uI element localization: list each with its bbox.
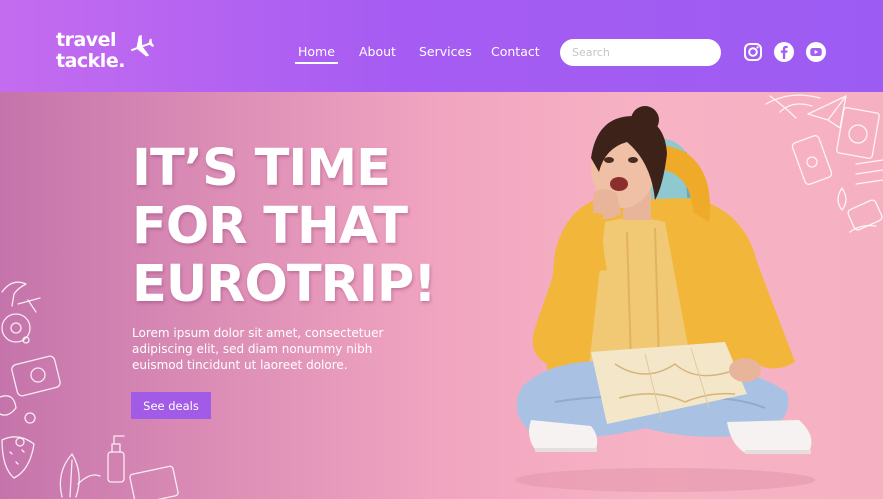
passport-doodle [836, 107, 880, 159]
description-line: euismod tincidunt ut laoreet dolore. [132, 358, 348, 372]
traveler-photo [515, 106, 815, 492]
brand-logo[interactable]: travel tackle. [56, 30, 176, 76]
pin-doodle [837, 187, 847, 211]
description-line: Lorem ipsum dolor sit amet, consectetuer [132, 326, 384, 340]
sunscreen-doodle [847, 199, 883, 231]
airplane-icon [130, 34, 154, 57]
nav-about[interactable]: About [359, 44, 396, 59]
instagram-icon[interactable] [742, 41, 764, 63]
headline-line: EUROTRIP! [132, 255, 437, 314]
hero-description: Lorem ipsum dolor sit amet, consectetuer… [132, 325, 412, 373]
site-header: travel tackle. Home About Services Conta… [0, 0, 883, 92]
nav-services[interactable]: Services [419, 44, 472, 59]
hero-headline: IT’S TIME FOR THAT EUROTRIP! [132, 140, 462, 314]
nav-contact[interactable]: Contact [491, 44, 540, 59]
headline-line: FOR THAT [132, 197, 408, 256]
facebook-icon[interactable] [773, 41, 795, 63]
strawberry-doodle [1, 436, 35, 479]
hero-section: IT’S TIME FOR THAT EUROTRIP! Lorem ipsum… [0, 92, 883, 499]
map-doodle [129, 465, 179, 499]
brand-line-1: travel [56, 29, 117, 51]
brand-line-2: tackle. [56, 50, 125, 72]
nav-home[interactable]: Home [295, 44, 338, 64]
umbrella-doodle [1, 281, 27, 307]
drink-doodle [17, 297, 41, 313]
description-line: adipiscing elit, sed diam nonummy nibh [132, 342, 373, 356]
leaf-doodle [59, 453, 80, 498]
ticket-doodle [855, 159, 883, 185]
shell-doodle [0, 395, 17, 416]
flower-doodle [1, 313, 31, 343]
bottle-doodle [107, 451, 125, 483]
headline-line: IT’S TIME [132, 139, 391, 198]
camera-doodle [11, 355, 61, 397]
see-deals-button[interactable]: See deals [131, 392, 211, 419]
search-input[interactable] [560, 39, 721, 66]
youtube-icon[interactable] [805, 41, 827, 63]
